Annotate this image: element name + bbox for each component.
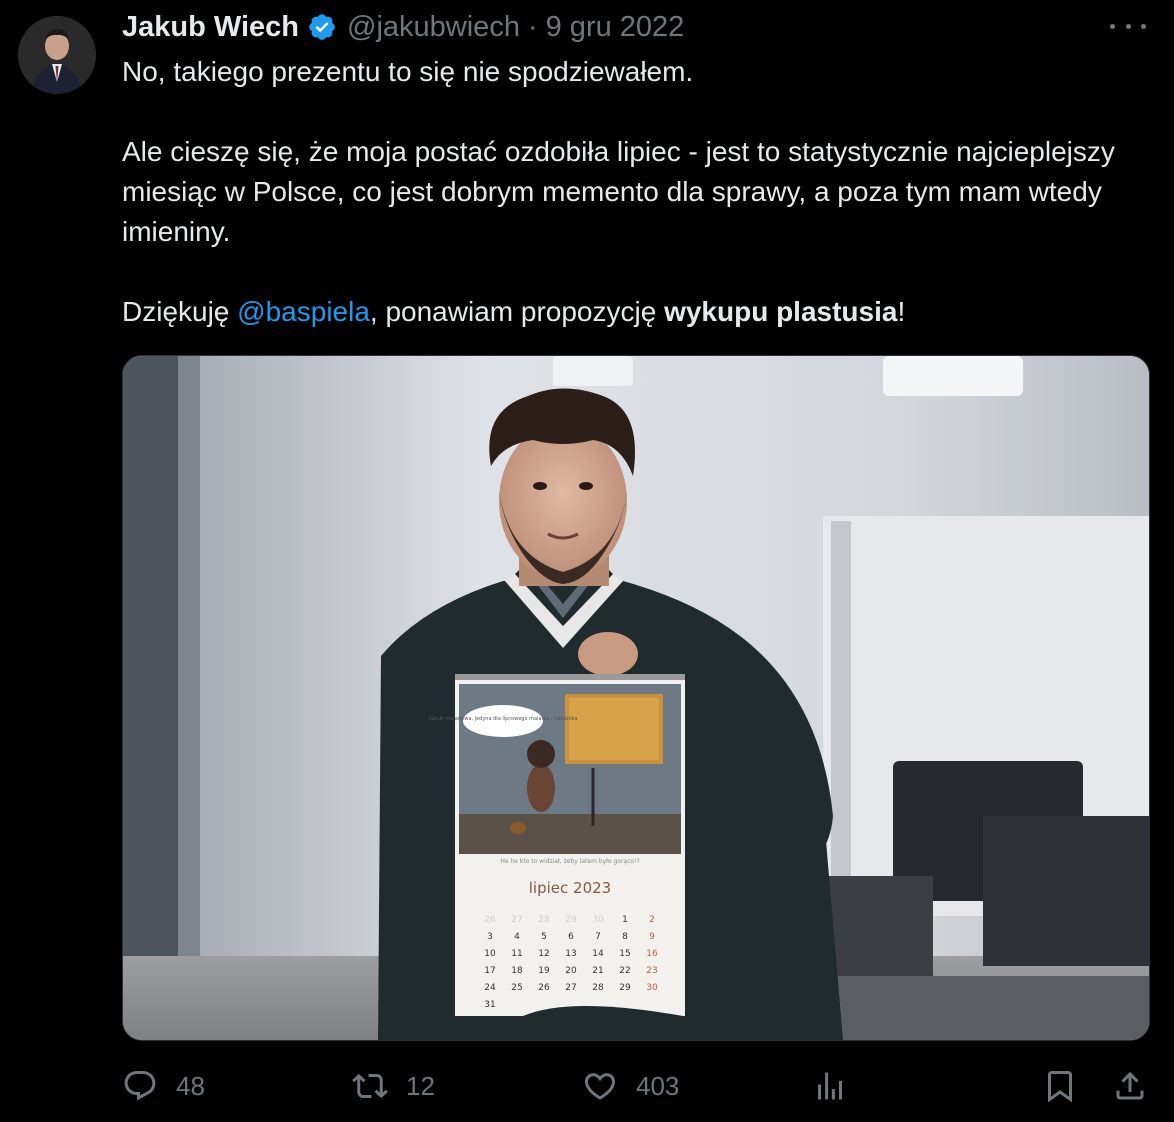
calendar-day: 29 bbox=[565, 915, 577, 925]
calendar-day: 11 bbox=[511, 949, 522, 959]
calendar-day: 2 bbox=[649, 915, 655, 925]
calendar-speech-bubble: Sztuki malarstwa, jedyna dla lipcowego m… bbox=[429, 716, 578, 722]
reply-icon bbox=[124, 1071, 156, 1101]
share-button[interactable] bbox=[1112, 1062, 1148, 1110]
calendar-day: 3 bbox=[487, 932, 493, 942]
retweet-button[interactable]: 12 bbox=[352, 1062, 435, 1110]
calendar-day: 30 bbox=[646, 983, 658, 993]
calendar-day: 9 bbox=[649, 932, 655, 942]
exclamation-text: ! bbox=[897, 296, 906, 327]
calendar-day: 28 bbox=[592, 983, 604, 993]
reply-count: 48 bbox=[176, 1070, 205, 1101]
calendar-day: 21 bbox=[592, 966, 603, 976]
calendar-day: 27 bbox=[565, 983, 576, 993]
calendar-day: 31 bbox=[484, 1000, 495, 1010]
share-icon bbox=[1116, 1071, 1144, 1100]
tweet-photo[interactable]: lipiec 2023 He he kto to widział, żeby l… bbox=[122, 355, 1150, 1041]
calendar-day: 27 bbox=[511, 915, 522, 925]
avatar[interactable] bbox=[18, 16, 96, 94]
analytics-icon bbox=[818, 1072, 842, 1100]
calendar-day: 18 bbox=[511, 966, 523, 976]
calendar-day: 8 bbox=[622, 932, 628, 942]
bookmark-icon bbox=[1048, 1071, 1072, 1103]
calendar-day: 20 bbox=[565, 966, 577, 976]
tweet: Jakub Wiech @jakubwiech · 9 gru 2022 No,… bbox=[0, 0, 1174, 1122]
calendar-day: 28 bbox=[538, 915, 550, 925]
calendar-day: 24 bbox=[484, 983, 496, 993]
calendar-day: 1 bbox=[622, 915, 628, 925]
tweet-line-1: No, takiego prezentu to się nie spodziew… bbox=[122, 56, 694, 87]
retweet-icon bbox=[352, 1073, 388, 1099]
calendar-day: 25 bbox=[511, 983, 522, 993]
tweet-paragraph-2: Ale cieszę się, że moja postać ozdobiła … bbox=[122, 136, 1115, 247]
calendar-day: 23 bbox=[646, 966, 657, 976]
tweet-text: No, takiego prezentu to się nie spodziew… bbox=[122, 52, 1142, 332]
retweet-count: 12 bbox=[406, 1070, 435, 1101]
more-options-icon[interactable] bbox=[1110, 12, 1146, 40]
calendar-day: 12 bbox=[538, 949, 549, 959]
calendar-day: 30 bbox=[592, 915, 604, 925]
proposal-text: , ponawiam propozycję bbox=[369, 296, 665, 327]
calendar-month-title: lipiec 2023 bbox=[529, 879, 611, 897]
reply-button[interactable]: 48 bbox=[122, 1062, 205, 1110]
calendar-day: 17 bbox=[484, 966, 495, 976]
calendar-subtitle: He he kto to widział, żeby latem było go… bbox=[500, 858, 639, 865]
like-button[interactable]: 403 bbox=[582, 1062, 679, 1110]
calendar-day: 22 bbox=[619, 966, 630, 976]
separator-dot: · bbox=[527, 10, 538, 43]
calendar-day: 6 bbox=[568, 932, 574, 942]
calendar-day: 29 bbox=[619, 983, 631, 993]
calendar-day: 5 bbox=[541, 932, 547, 942]
tweet-header: Jakub Wiech @jakubwiech · 9 gru 2022 bbox=[122, 8, 684, 46]
mention-link[interactable]: @baspiela bbox=[237, 296, 370, 327]
tweet-date[interactable]: 9 gru 2022 bbox=[546, 11, 685, 44]
bold-text: wykupu plastusia bbox=[664, 296, 898, 327]
verified-badge-icon[interactable] bbox=[307, 12, 337, 42]
thanks-text: Dziękuję bbox=[122, 296, 238, 327]
calendar-day: 16 bbox=[646, 949, 658, 959]
calendar-day: 13 bbox=[565, 949, 576, 959]
bookmark-button[interactable] bbox=[1042, 1062, 1078, 1110]
like-count: 403 bbox=[636, 1070, 680, 1101]
calendar-day: 4 bbox=[514, 932, 520, 942]
calendar-day: 10 bbox=[484, 949, 496, 959]
calendar-day: 14 bbox=[592, 949, 604, 959]
tweet-paragraph-3: Dziękuję @baspiela, ponawiam propozycję … bbox=[122, 292, 1142, 332]
author-handle[interactable]: @jakubwiech bbox=[347, 11, 520, 44]
calendar-day: 7 bbox=[595, 932, 601, 942]
calendar-day: 15 bbox=[619, 949, 630, 959]
action-bar: 48 12 403 bbox=[122, 1062, 1152, 1110]
views-button[interactable] bbox=[812, 1062, 848, 1110]
heart-icon bbox=[584, 1073, 616, 1100]
calendar-day: 19 bbox=[538, 966, 550, 976]
calendar-day: 26 bbox=[538, 983, 550, 993]
calendar-day: 26 bbox=[484, 915, 496, 925]
author-name[interactable]: Jakub Wiech bbox=[122, 11, 299, 44]
